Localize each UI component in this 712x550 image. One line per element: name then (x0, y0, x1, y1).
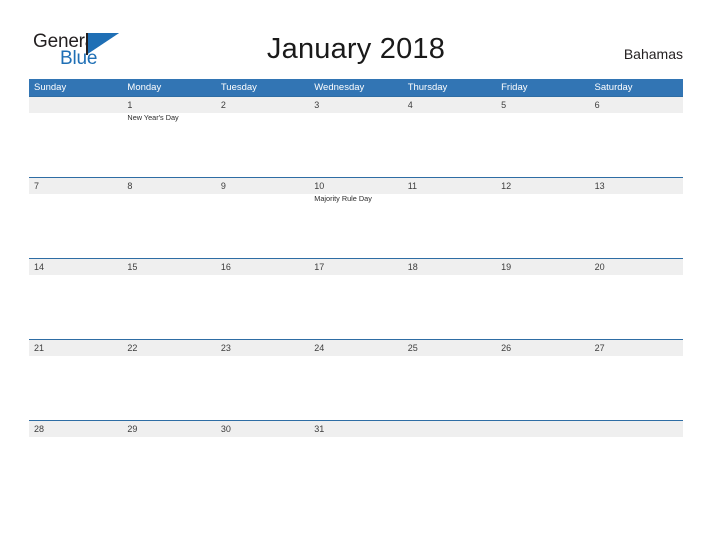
day-number: 14 (34, 260, 44, 274)
day-number: 11 (408, 179, 417, 193)
day-number: 10 (314, 179, 324, 193)
day-cell[interactable]: 16 (216, 259, 309, 340)
day-cell[interactable]: 2 (216, 97, 309, 178)
day-cell[interactable]: 25 (403, 340, 496, 421)
day-number: 9 (221, 179, 226, 193)
day-cell[interactable]: 18 (403, 259, 496, 340)
day-cell[interactable]: 27 (590, 340, 683, 421)
day-number: 19 (501, 260, 511, 274)
day-cell[interactable]: 21 (29, 340, 122, 421)
day-number: 22 (127, 341, 137, 355)
day-number: 2 (221, 98, 226, 112)
day-cell[interactable]: 6 (590, 97, 683, 178)
day-number: 31 (314, 422, 324, 436)
calendar-page: General Blue January 2018 Bahamas Sunday… (0, 0, 712, 550)
day-cell[interactable]: 7 (29, 178, 122, 259)
weekday-header-wednesday: Wednesday (309, 79, 402, 96)
day-cell[interactable]: 15 (122, 259, 215, 340)
day-cell[interactable]: 12 (496, 178, 589, 259)
day-cell[interactable] (496, 421, 589, 502)
weekday-header-monday: Monday (122, 79, 215, 96)
day-number: 3 (314, 98, 319, 112)
day-cell[interactable]: 19 (496, 259, 589, 340)
week-row: 28 29 30 31 (29, 420, 683, 501)
day-number: 12 (501, 179, 511, 193)
day-number: 6 (595, 98, 600, 112)
day-number: 5 (501, 98, 506, 112)
weekday-header-saturday: Saturday (590, 79, 683, 96)
day-cell[interactable]: 5 (496, 97, 589, 178)
day-cell[interactable]: 24 (309, 340, 402, 421)
weekday-header-tuesday: Tuesday (216, 79, 309, 96)
day-cell[interactable]: 22 (122, 340, 215, 421)
day-number: 21 (34, 341, 44, 355)
day-number: 30 (221, 422, 231, 436)
day-cell[interactable]: 30 (216, 421, 309, 502)
day-number: 4 (408, 98, 413, 112)
day-cell[interactable]: 17 (309, 259, 402, 340)
page-title: January 2018 (0, 31, 712, 67)
day-cell[interactable]: 10Majority Rule Day (309, 178, 402, 259)
day-number: 13 (595, 179, 605, 193)
day-number: 24 (314, 341, 324, 355)
day-number: 18 (408, 260, 418, 274)
day-event: Majority Rule Day (314, 194, 402, 204)
day-cell[interactable]: 9 (216, 178, 309, 259)
day-number: 26 (501, 341, 511, 355)
day-number: 16 (221, 260, 231, 274)
day-number: 28 (34, 422, 44, 436)
day-number: 25 (408, 341, 418, 355)
day-cell[interactable] (29, 97, 122, 178)
day-number: 29 (127, 422, 137, 436)
day-number: 20 (595, 260, 605, 274)
calendar-grid: Sunday Monday Tuesday Wednesday Thursday… (29, 79, 683, 501)
day-event: New Year's Day (127, 113, 215, 123)
day-number: 8 (127, 179, 132, 193)
day-cell[interactable]: 3 (309, 97, 402, 178)
day-cell[interactable]: 4 (403, 97, 496, 178)
day-cell[interactable] (590, 421, 683, 502)
day-cell[interactable]: 23 (216, 340, 309, 421)
day-number: 23 (221, 341, 231, 355)
weekday-header-row: Sunday Monday Tuesday Wednesday Thursday… (29, 79, 683, 96)
page-header: General Blue January 2018 Bahamas (0, 0, 712, 79)
day-cell[interactable]: 26 (496, 340, 589, 421)
country-label: Bahamas (624, 45, 683, 63)
day-number: 1 (127, 98, 132, 112)
day-number: 7 (34, 179, 39, 193)
day-number: 27 (595, 341, 605, 355)
weekday-header-sunday: Sunday (29, 79, 122, 96)
week-row: 14 15 16 17 18 19 20 (29, 258, 683, 339)
day-cell[interactable]: 8 (122, 178, 215, 259)
day-number: 15 (127, 260, 137, 274)
day-cell[interactable] (403, 421, 496, 502)
weekday-header-thursday: Thursday (403, 79, 496, 96)
day-cell[interactable]: 29 (122, 421, 215, 502)
week-row: 7 8 9 10Majority Rule Day 11 12 13 (29, 177, 683, 258)
weekday-header-friday: Friday (496, 79, 589, 96)
day-number: 17 (314, 260, 324, 274)
day-cell[interactable]: 20 (590, 259, 683, 340)
day-cell[interactable]: 28 (29, 421, 122, 502)
day-cell[interactable]: 13 (590, 178, 683, 259)
day-cell[interactable]: 1New Year's Day (122, 97, 215, 178)
week-row: 21 22 23 24 25 26 27 (29, 339, 683, 420)
week-row: 1New Year's Day 2 3 4 5 6 (29, 96, 683, 177)
day-cell[interactable]: 14 (29, 259, 122, 340)
day-cell[interactable]: 31 (309, 421, 402, 502)
day-cell[interactable]: 11 (403, 178, 496, 259)
